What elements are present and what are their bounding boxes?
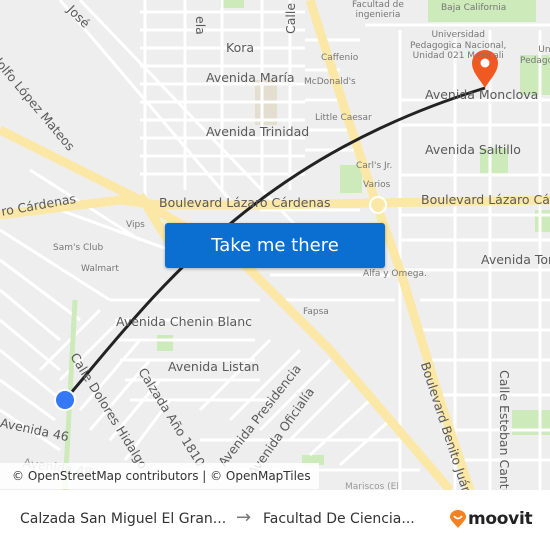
label-calle-esteban-cantu: Calle Esteban Cantú <box>497 370 512 490</box>
label-ela: ela <box>193 16 208 35</box>
arrow-right-icon: → <box>236 507 252 528</box>
label-avenida-trinidad: Avenida Trinidad <box>206 124 310 139</box>
label-baja-california: Baja California <box>441 3 507 13</box>
label-avenida-saltillo: Avenida Saltillo <box>425 142 521 157</box>
label-blvd-lazaro-right: Boulevard Lázaro Cárd <box>421 192 550 207</box>
attribution-text[interactable]: © OpenStreetMap contributors | © OpenMap… <box>12 469 311 483</box>
label-carls-jr: Carl's Jr. <box>356 161 393 171</box>
label-varios: Varios <box>363 180 391 190</box>
label-blvd-lazaro-mid: Boulevard Lázaro Cárdenas <box>159 195 331 210</box>
label-caffenio: Caffenio <box>321 53 359 63</box>
origin-name: Calzada San Miguel El Gran... <box>20 511 227 527</box>
label-walmart: Walmart <box>81 264 119 274</box>
label-sams-club: Sam's Club <box>53 243 104 253</box>
label-mariscos: Mariscos (El <box>345 482 399 490</box>
label-kora: Kora <box>226 40 255 55</box>
label-avenida-listan: Avenida Listan <box>168 359 260 374</box>
take-me-there-button[interactable]: Take me there <box>165 223 385 268</box>
label-avenida-chenin-blanc: Avenida Chenin Blanc <box>116 314 253 329</box>
label-vips: Vips <box>126 220 145 230</box>
destination-name: Facultad De Ciencia... <box>263 511 415 527</box>
route-footer: Calzada San Miguel El Gran... → Facultad… <box>0 490 550 550</box>
moovit-logo[interactable]: moovit <box>450 509 533 529</box>
label-mcdonalds: McDonald's <box>304 77 356 87</box>
label-avenida-tor: Avenida Tor <box>481 252 550 267</box>
label-universidad-right: Uni Pedago <box>520 45 550 66</box>
map-view[interactable]: José Adolfo López Mateos ela Calle C Fac… <box>0 0 550 490</box>
label-fapsa: Fapsa <box>303 307 329 317</box>
moovit-wordmark: moovit <box>468 509 533 529</box>
origin-marker <box>54 389 76 411</box>
label-little-caesar: Little Caesar <box>315 113 372 123</box>
map-attribution[interactable]: © OpenStreetMap contributors | © OpenMap… <box>0 463 319 489</box>
label-avenida-maria: Avenida María <box>206 70 295 85</box>
label-calle-c: Calle C <box>283 0 298 34</box>
moovit-pin-icon <box>450 510 466 528</box>
label-avenida-monclova: Avenida Monclova <box>425 87 539 102</box>
label-alfa-omega: Alfa y Omega. <box>363 269 427 279</box>
label-universidad-pedagogica: Universidad Pedagogica Nacional, Unidad … <box>410 30 507 61</box>
label-facultad-ingenieria: Facultad de ingenieria <box>352 0 404 20</box>
